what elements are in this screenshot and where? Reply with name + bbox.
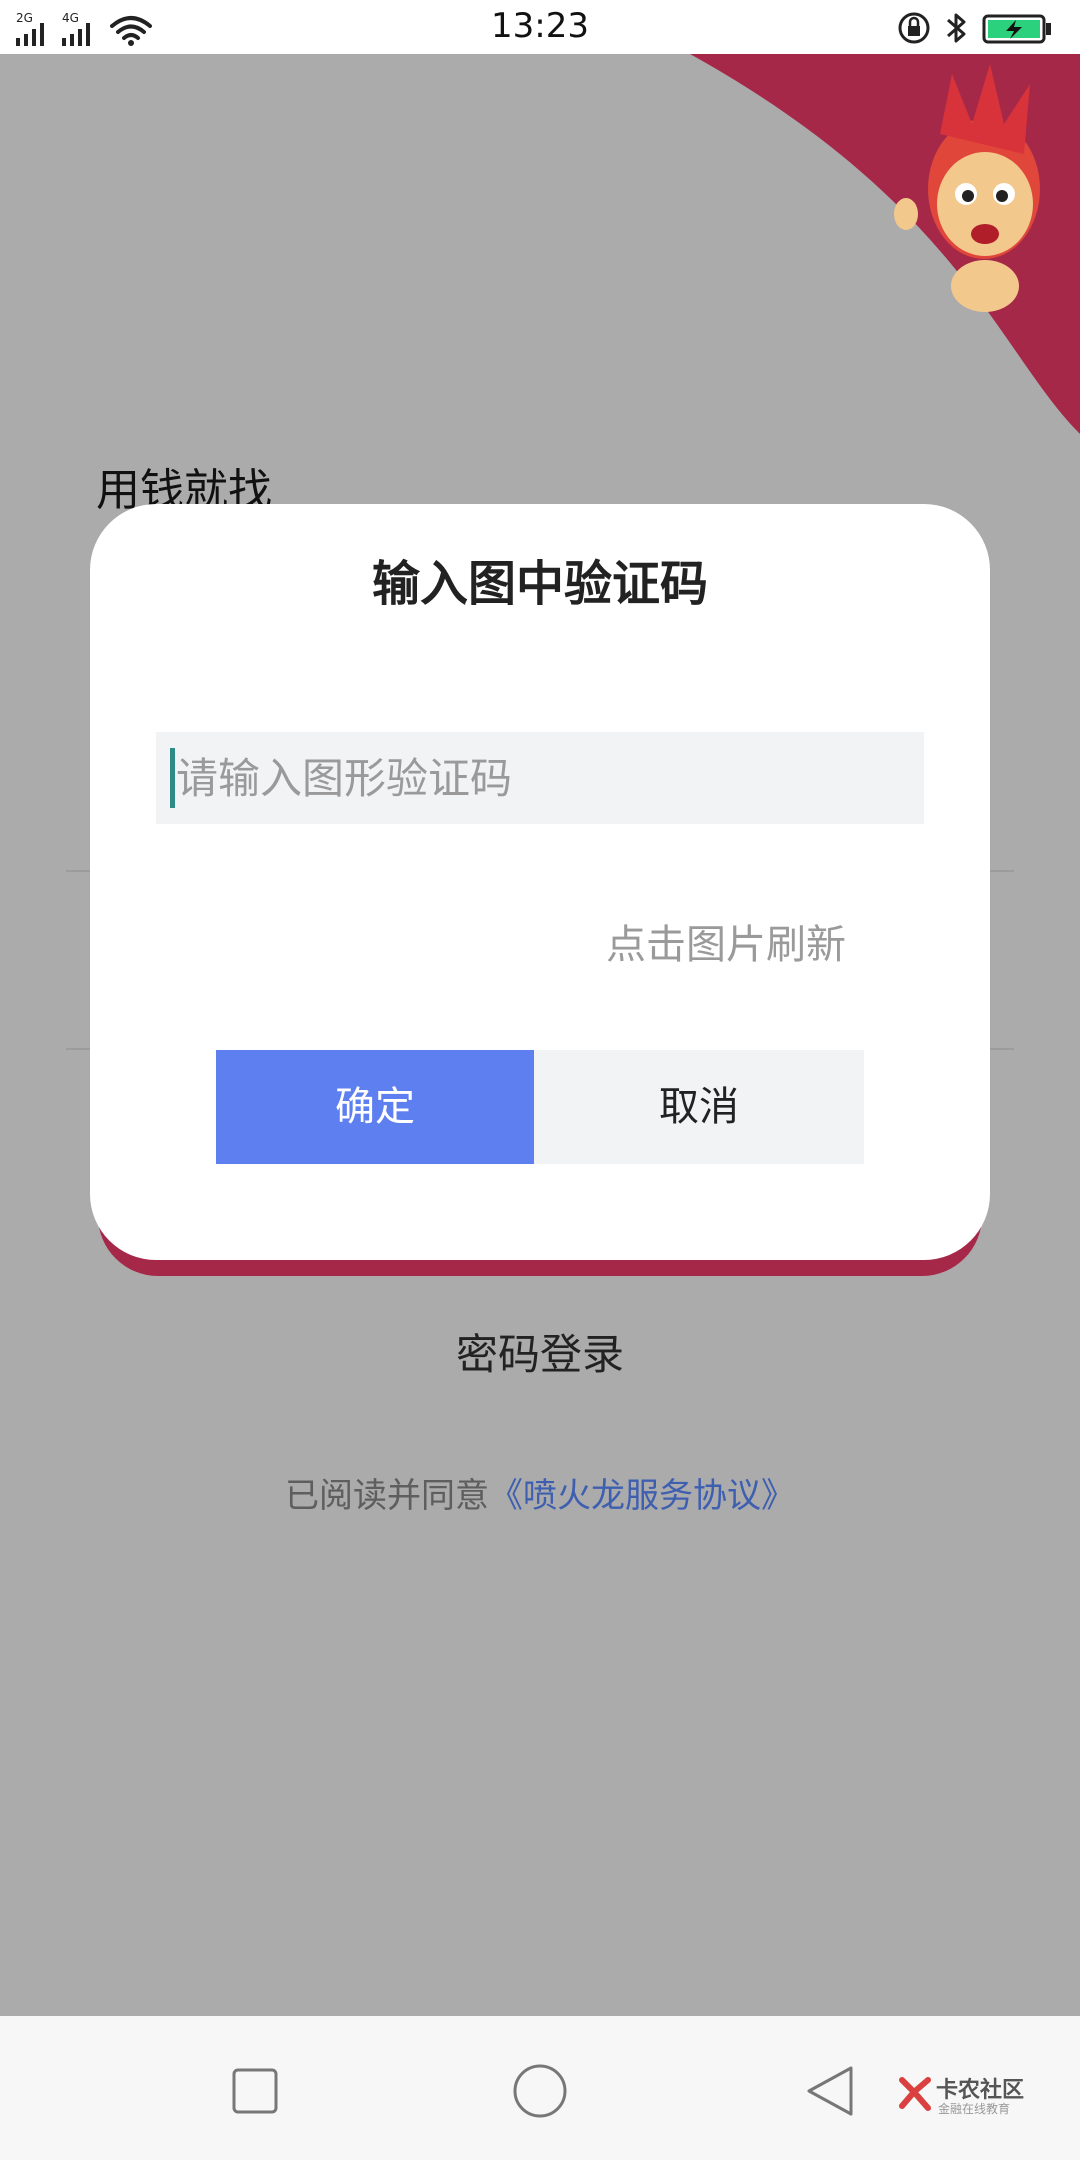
refresh-captcha-image[interactable]: 点击图片刷新: [606, 912, 846, 970]
recent-apps-icon[interactable]: [220, 2056, 290, 2126]
captcha-input[interactable]: [176, 732, 916, 824]
service-agreement-link: 《喷火龙服务协议》: [489, 1476, 795, 1516]
confirm-button[interactable]: 确定: [216, 1050, 534, 1164]
dialog-title: 输入图中验证码: [371, 556, 708, 612]
watermark-subtitle: 金融在线教育: [938, 2102, 1011, 2116]
back-icon[interactable]: [795, 2056, 865, 2126]
battery-charging-icon: [982, 14, 1051, 44]
captcha-dialog: 输入图中验证码 点击图片刷新 确定 取消: [90, 504, 990, 1260]
bluetooth-icon: [947, 13, 966, 43]
kanong-logo-icon: [899, 2077, 931, 2111]
agreement-text: 已阅读并同意《喷火龙服务协议》: [0, 1468, 1080, 1517]
rotation-lock-icon: [898, 12, 930, 44]
password-login-link: 密码登录: [455, 1330, 624, 1379]
home-icon[interactable]: [505, 2056, 575, 2126]
watermark-logo: 卡农社区 金融在线教育: [898, 2072, 1024, 2120]
status-bar: 2G 4G 13:23: [0, 0, 1080, 54]
agreement-prefix: 已阅读并同意: [285, 1476, 489, 1516]
status-icons: [898, 12, 1051, 44]
cancel-button[interactable]: 取消: [534, 1050, 864, 1164]
text-cursor: [170, 748, 175, 808]
captcha-input-field[interactable]: [156, 732, 924, 824]
navigation-bar: 卡农社区 金融在线教育: [0, 2016, 1080, 2160]
